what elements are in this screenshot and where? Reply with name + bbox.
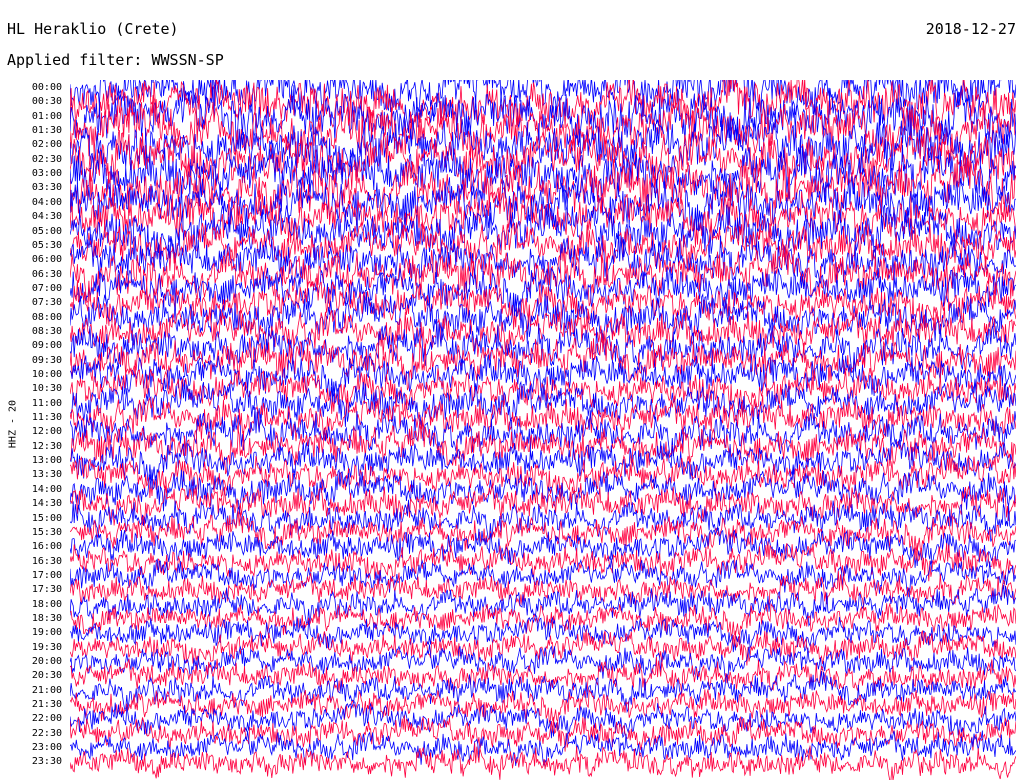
time-tick-label: 15:30 [31, 526, 62, 538]
time-tick-label: 01:00 [31, 110, 62, 122]
time-tick-label: 16:00 [31, 541, 62, 553]
time-tick-label: 17:00 [31, 569, 62, 581]
time-tick-label: 05:30 [31, 239, 62, 251]
time-tick-label: 10:30 [31, 383, 62, 395]
time-tick-label: 00:30 [31, 96, 62, 108]
time-tick-label: 10:00 [31, 369, 62, 380]
time-tick-label: 18:30 [31, 612, 62, 624]
time-tick-label: 19:00 [31, 627, 62, 639]
time-tick-label: 18:00 [31, 598, 62, 610]
time-tick-label: 20:30 [31, 670, 62, 682]
time-tick-label: 21:00 [31, 684, 62, 696]
filter-label: Applied filter: WWSSN-SP [7, 51, 224, 69]
time-tick-label: 03:00 [31, 168, 62, 180]
time-tick-label: 14:30 [31, 498, 62, 510]
time-tick-label: 14:00 [31, 483, 62, 495]
time-tick-label: 09:30 [31, 354, 62, 366]
station-title: HL Heraklio (Crete) [7, 20, 179, 38]
time-tick-label: 23:00 [31, 742, 62, 754]
time-tick-label: 00:00 [31, 82, 62, 93]
time-tick-label: 02:00 [31, 139, 62, 151]
time-tick-label: 05:00 [31, 225, 62, 237]
time-tick-label: 08:00 [31, 311, 62, 323]
time-tick-label: 04:00 [31, 196, 62, 208]
trace-07-30 [70, 277, 1016, 330]
time-tick-label: 22:30 [31, 727, 62, 739]
helicorder-plot [70, 80, 1016, 780]
time-tick-label: 20:00 [31, 656, 62, 667]
time-tick-label: 23:30 [31, 756, 62, 768]
time-tick-label: 08:30 [31, 325, 62, 337]
time-tick-label: 03:30 [31, 182, 62, 194]
trace-17-30 [70, 570, 1016, 608]
time-tick-label: 22:00 [31, 713, 62, 725]
time-tick-label: 11:30 [31, 412, 62, 424]
time-tick-label: 06:30 [31, 268, 62, 280]
time-tick-label: 12:00 [31, 426, 62, 438]
trace-12-00 [70, 407, 1016, 458]
time-tick-label: 19:30 [31, 641, 62, 653]
record-date: 2018-12-27 [925, 20, 1016, 38]
trace-16-30 [70, 541, 1016, 582]
time-tick-label: 12:30 [31, 440, 62, 452]
time-tick-label: 11:00 [31, 397, 62, 409]
time-tick-label: 21:30 [31, 699, 62, 711]
time-tick-label: 16:30 [31, 555, 62, 567]
time-tick-label: 09:00 [31, 340, 62, 352]
time-tick-label: 07:00 [31, 282, 62, 294]
time-tick-label: 15:00 [31, 512, 62, 524]
time-tick-label: 02:30 [31, 153, 62, 165]
time-tick-label: 17:30 [31, 584, 62, 596]
time-tick-label: 01:30 [31, 125, 62, 137]
time-tick-label: 06:00 [31, 254, 62, 266]
time-tick-label: 13:00 [31, 455, 62, 467]
time-tick-label: 13:30 [31, 469, 62, 481]
time-tick-label: 07:30 [31, 297, 62, 309]
time-tick-label: 04:30 [31, 211, 62, 223]
